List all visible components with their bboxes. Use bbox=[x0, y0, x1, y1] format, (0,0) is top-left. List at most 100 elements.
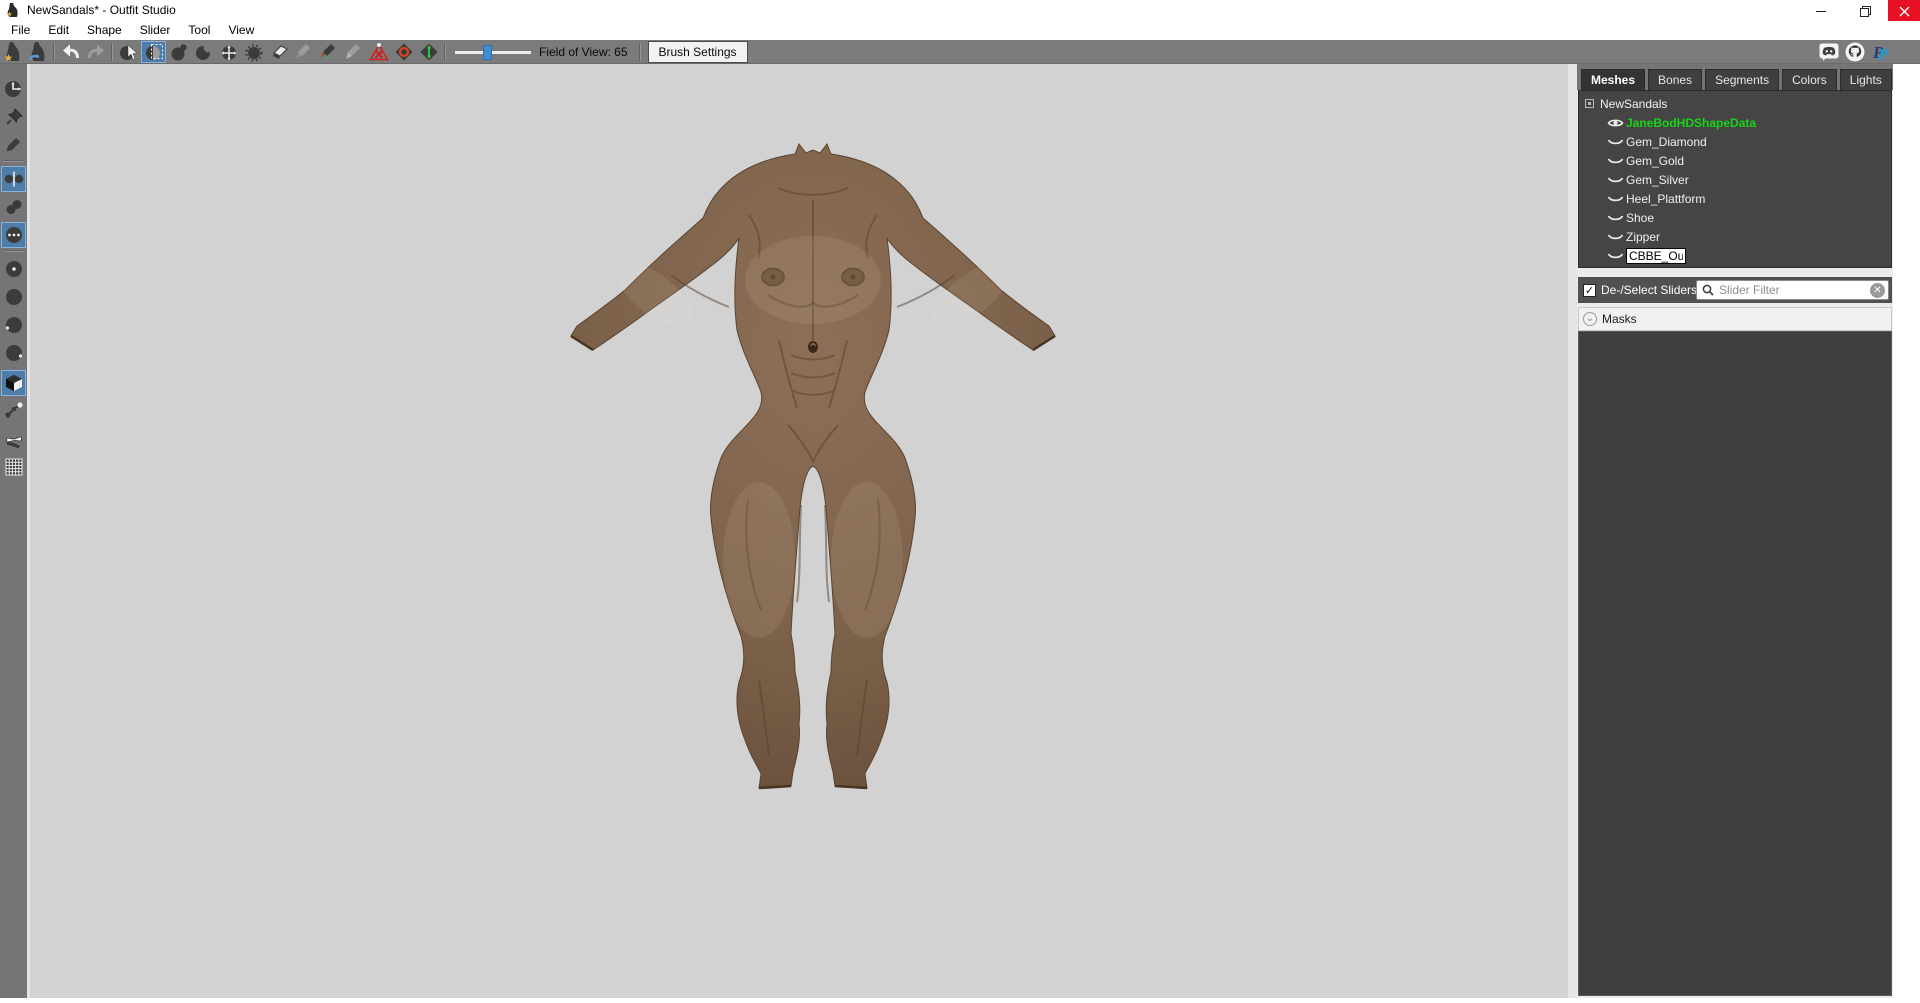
red-diamond-ring-button[interactable] bbox=[391, 41, 416, 63]
fov-label: Field of View: 65 bbox=[539, 45, 628, 59]
deselect-sliders-checkbox[interactable]: ✓ bbox=[1583, 284, 1596, 297]
tab-meshes[interactable]: Meshes bbox=[1581, 69, 1645, 90]
deflate-brush-button[interactable] bbox=[191, 41, 216, 63]
vertex-edit-button[interactable] bbox=[1, 132, 26, 158]
left-toolbar-separator bbox=[3, 250, 24, 252]
sphere-dot-left-toggle[interactable] bbox=[1, 312, 26, 338]
select-brush-icon bbox=[118, 41, 140, 63]
tree-collapse-icon[interactable] bbox=[1585, 99, 1594, 108]
minimize-button[interactable] bbox=[1798, 0, 1843, 22]
alpha-brush-button[interactable] bbox=[341, 41, 366, 63]
select-brush-button[interactable] bbox=[116, 41, 141, 63]
redo-icon bbox=[85, 41, 107, 63]
alpha-brush-icon bbox=[343, 41, 365, 63]
fov-slider-handle[interactable] bbox=[483, 45, 492, 60]
tree-root-row[interactable]: NewSandals bbox=[1583, 94, 1891, 113]
toolbar-separator bbox=[444, 43, 446, 61]
sphere-toggle[interactable] bbox=[1, 284, 26, 310]
tab-colors[interactable]: Colors bbox=[1782, 69, 1837, 90]
chevron-down-icon[interactable]: ⌄ bbox=[1583, 312, 1597, 326]
eraser-brush-icon bbox=[268, 41, 290, 63]
tab-bones[interactable]: Bones bbox=[1648, 69, 1702, 90]
shape-row-janebod[interactable]: JaneBodHDShapeData bbox=[1583, 113, 1891, 132]
redo-button[interactable] bbox=[83, 41, 108, 63]
shape-row-gem-diamond[interactable]: Gem_Diamond bbox=[1583, 132, 1891, 151]
brush-settings-button[interactable]: Brush Settings bbox=[648, 41, 748, 63]
mask-brush-button[interactable] bbox=[141, 41, 166, 63]
eye-closed-icon[interactable] bbox=[1607, 136, 1624, 148]
tab-lights[interactable]: Lights bbox=[1840, 69, 1892, 90]
mask-brush-icon bbox=[143, 41, 165, 63]
eye-closed-icon[interactable] bbox=[1607, 174, 1624, 186]
wireframe-vertices-toggle[interactable] bbox=[1, 398, 26, 424]
fov-slider[interactable] bbox=[455, 41, 531, 63]
sliders-area[interactable] bbox=[1578, 331, 1892, 996]
shape-row-heel-plattform[interactable]: Heel_Plattform bbox=[1583, 189, 1891, 208]
close-icon bbox=[1899, 6, 1910, 17]
sphere-icon bbox=[4, 287, 24, 307]
sphere-dot-right-toggle[interactable] bbox=[1, 340, 26, 366]
close-button[interactable] bbox=[1888, 0, 1920, 22]
clear-filter-icon[interactable]: ✕ bbox=[1870, 283, 1885, 298]
pin-button[interactable] bbox=[1, 104, 26, 130]
3d-viewport[interactable] bbox=[30, 64, 1568, 998]
right-gutter bbox=[1893, 64, 1920, 1003]
paypal-link[interactable]: P P bbox=[1868, 41, 1894, 63]
masks-header[interactable]: ⌄ Masks bbox=[1578, 307, 1892, 331]
eye-closed-icon[interactable] bbox=[1607, 231, 1624, 243]
shape-rename-input[interactable] bbox=[1626, 248, 1686, 264]
menu-file[interactable]: File bbox=[2, 21, 39, 40]
slider-filter-input[interactable] bbox=[1719, 282, 1870, 298]
body-model bbox=[563, 140, 1063, 800]
inflate-brush-button[interactable] bbox=[166, 41, 191, 63]
shape-row-cbbe-outfit[interactable] bbox=[1583, 246, 1891, 265]
shape-row-zipper[interactable]: Zipper bbox=[1583, 227, 1891, 246]
connected-only-toggle[interactable] bbox=[1, 222, 26, 248]
red-triangle-x-icon bbox=[368, 41, 390, 63]
undo-button[interactable] bbox=[58, 41, 83, 63]
menu-slider[interactable]: Slider bbox=[131, 21, 180, 40]
new-project-button[interactable] bbox=[0, 41, 25, 63]
cube-icon bbox=[4, 373, 24, 393]
weight-brush-button[interactable] bbox=[291, 41, 316, 63]
restore-button[interactable] bbox=[1843, 0, 1888, 22]
shape-row-shoe[interactable]: Shoe bbox=[1583, 208, 1891, 227]
menu-shape[interactable]: Shape bbox=[78, 21, 131, 40]
menu-tool[interactable]: Tool bbox=[179, 21, 219, 40]
load-project-button[interactable] bbox=[25, 41, 50, 63]
eye-closed-icon[interactable] bbox=[1607, 250, 1624, 262]
color-brush-button[interactable] bbox=[316, 41, 341, 63]
github-link[interactable] bbox=[1842, 41, 1868, 63]
green-diamond-arrows-button[interactable] bbox=[416, 41, 441, 63]
eraser-brush-button[interactable] bbox=[266, 41, 291, 63]
shape-row-gem-silver[interactable]: Gem_Silver bbox=[1583, 170, 1891, 189]
fov-slider-track bbox=[455, 51, 531, 54]
smooth-brush-button[interactable] bbox=[241, 41, 266, 63]
rotation-center-button[interactable] bbox=[1, 76, 26, 102]
shape-label: Zipper bbox=[1626, 230, 1660, 244]
grid-icon bbox=[4, 457, 24, 477]
eye-closed-icon[interactable] bbox=[1607, 193, 1624, 205]
red-triangle-x-button[interactable] bbox=[366, 41, 391, 63]
eye-closed-icon[interactable] bbox=[1607, 212, 1624, 224]
grid-toggle[interactable] bbox=[1, 454, 26, 480]
weld-vertices-toggle[interactable] bbox=[1, 194, 26, 220]
eye-open-icon[interactable] bbox=[1607, 117, 1624, 129]
eye-closed-icon[interactable] bbox=[1607, 155, 1624, 167]
sphere-dot-center-toggle[interactable] bbox=[1, 256, 26, 282]
undo-icon bbox=[60, 41, 82, 63]
move-brush-button[interactable] bbox=[216, 41, 241, 63]
menu-view[interactable]: View bbox=[219, 21, 263, 40]
paypal-icon: P P bbox=[1870, 41, 1892, 63]
panel-splitter[interactable] bbox=[1568, 64, 1577, 998]
xmirror-toggle[interactable] bbox=[1, 166, 26, 192]
shape-row-gem-gold[interactable]: Gem_Gold bbox=[1583, 151, 1891, 170]
menu-edit[interactable]: Edit bbox=[39, 21, 78, 40]
cube-toggle[interactable] bbox=[1, 370, 26, 396]
weld-vertices-icon bbox=[4, 197, 24, 217]
discord-link[interactable] bbox=[1816, 41, 1842, 63]
inflate-brush-icon bbox=[168, 41, 190, 63]
tab-segments[interactable]: Segments bbox=[1705, 69, 1779, 90]
bone-toggle[interactable] bbox=[1, 426, 26, 452]
slider-filter-box: ✕ bbox=[1696, 280, 1889, 300]
